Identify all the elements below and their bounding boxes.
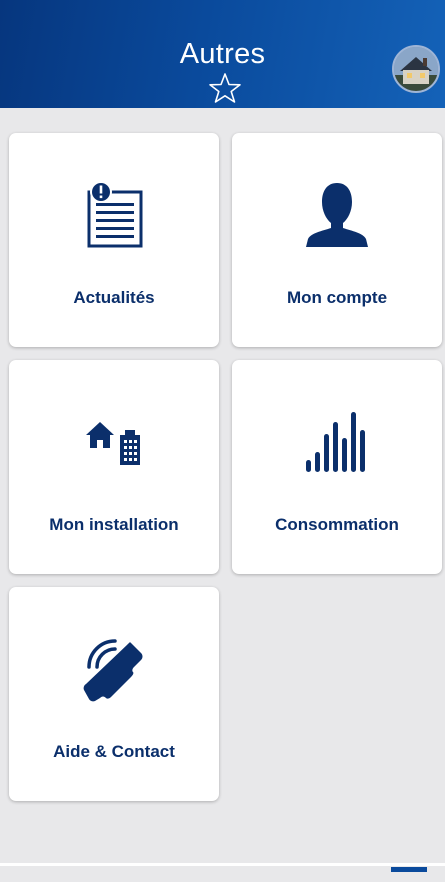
news-document-icon bbox=[87, 181, 143, 248]
tile-actualites[interactable]: Actualités bbox=[9, 133, 219, 347]
tile-mon-compte[interactable]: Mon compte bbox=[232, 133, 442, 347]
tile-label: Actualités bbox=[73, 288, 155, 307]
page-title: Autres bbox=[179, 38, 266, 70]
tile-label: Mon installation bbox=[49, 515, 179, 534]
tile-label: Aide & Contact bbox=[53, 742, 175, 761]
avatar[interactable] bbox=[392, 45, 440, 93]
tile-consommation[interactable]: Consommation bbox=[232, 360, 442, 574]
app-header: Autres bbox=[0, 0, 445, 108]
house-building-icon bbox=[86, 422, 140, 465]
tile-mon-installation[interactable]: Mon installation bbox=[9, 360, 219, 574]
page-indicator bbox=[391, 867, 427, 872]
consumption-bars-icon bbox=[306, 412, 365, 472]
user-silhouette-icon bbox=[306, 183, 368, 247]
tile-aide-contact[interactable]: Aide & Contact bbox=[9, 587, 219, 801]
tile-label: Mon compte bbox=[286, 288, 388, 307]
bottom-divider bbox=[0, 863, 445, 866]
star-outline-icon[interactable] bbox=[208, 72, 242, 104]
phone-ringing-icon bbox=[83, 639, 143, 702]
tile-label: Consommation bbox=[275, 515, 399, 534]
